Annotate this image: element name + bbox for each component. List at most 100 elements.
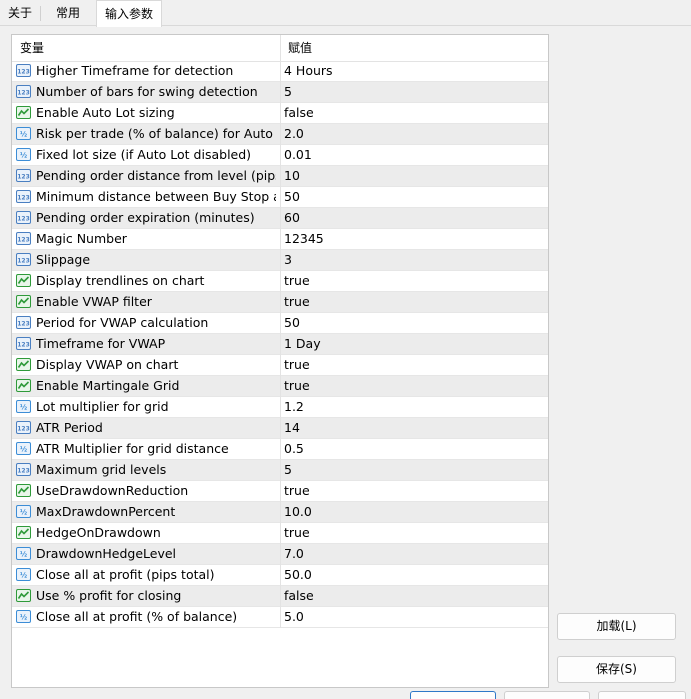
tab-input-parameters[interactable]: 输入参数 (96, 0, 163, 27)
svg-text:123: 123 (17, 237, 30, 244)
parameter-row[interactable]: ½ MaxDrawdownPercent 10.0 (12, 502, 548, 523)
parameter-value[interactable]: true (284, 355, 544, 375)
parameter-value[interactable]: 60 (284, 208, 544, 228)
parameter-row[interactable]: 123 Pending order expiration (minutes) 60 (12, 208, 548, 229)
parameter-row[interactable]: 123 Maximum grid levels 5 (12, 460, 548, 481)
parameter-value[interactable]: true (284, 292, 544, 312)
boolean-icon (16, 295, 31, 308)
integer-icon: 123 (16, 253, 31, 266)
parameter-list: 123 Higher Timeframe for detection 4 Hours… (12, 61, 548, 628)
parameter-name: Maximum grid levels (36, 462, 167, 477)
parameter-row[interactable]: ½ Risk per trade (% of balance) for Auto … (12, 124, 548, 145)
parameter-value[interactable]: true (284, 376, 544, 396)
parameter-value[interactable]: 1.2 (284, 397, 544, 417)
parameter-row[interactable]: ½ Close all at profit (% of balance) 5.0 (12, 607, 548, 628)
parameter-value[interactable]: 2.0 (284, 124, 544, 144)
integer-icon: 123 (16, 421, 31, 434)
svg-text:½: ½ (20, 614, 27, 622)
cell-divider (280, 208, 281, 229)
cell-divider (280, 439, 281, 460)
parameter-value[interactable]: 4 Hours (284, 61, 544, 81)
parameter-row[interactable]: 123 Higher Timeframe for detection 4 Hours (12, 61, 548, 82)
parameter-row[interactable]: ½ Close all at profit (pips total) 50.0 (12, 565, 548, 586)
parameter-value[interactable]: 50 (284, 187, 544, 207)
column-header-variable[interactable]: 变量 (12, 35, 280, 61)
cell-divider (280, 124, 281, 145)
parameter-row[interactable]: 123 Magic Number 12345 (12, 229, 548, 250)
parameter-row[interactable]: Display trendlines on chart true (12, 271, 548, 292)
parameter-value[interactable]: 10 (284, 166, 544, 186)
parameter-row[interactable]: 123 Slippage 3 (12, 250, 548, 271)
parameter-value[interactable]: true (284, 523, 544, 543)
integer-icon: 123 (16, 211, 31, 224)
parameter-value[interactable]: 5.0 (284, 607, 544, 627)
ok-button[interactable] (410, 691, 496, 699)
parameter-row[interactable]: HedgeOnDrawdown true (12, 523, 548, 544)
parameter-row[interactable]: 123 Minimum distance between Buy Stop a..… (12, 187, 548, 208)
parameter-name: Use % profit for closing (36, 588, 182, 603)
boolean-icon (16, 589, 31, 602)
parameter-value[interactable]: 5 (284, 460, 544, 480)
parameter-value[interactable]: 50 (284, 313, 544, 333)
column-header-value[interactable]: 赋值 (280, 35, 548, 61)
svg-text:123: 123 (17, 90, 30, 97)
parameter-row[interactable]: 123 Timeframe for VWAP 1 Day (12, 334, 548, 355)
parameter-name: Display trendlines on chart (36, 273, 205, 288)
parameter-row[interactable]: ½ Fixed lot size (if Auto Lot disabled) 0.… (12, 145, 548, 166)
parameter-value[interactable]: 14 (284, 418, 544, 438)
parameter-value[interactable]: 0.5 (284, 439, 544, 459)
parameter-row[interactable]: Enable Martingale Grid true (12, 376, 548, 397)
parameter-value[interactable]: 10.0 (284, 502, 544, 522)
tab-about[interactable]: 关于 (0, 2, 40, 25)
cell-divider (280, 502, 281, 523)
parameter-value[interactable]: 7.0 (284, 544, 544, 564)
cell-divider (280, 355, 281, 376)
parameter-row[interactable]: ½ ATR Multiplier for grid distance 0.5 (12, 439, 548, 460)
parameter-name: HedgeOnDrawdown (36, 525, 161, 540)
parameter-value[interactable]: 3 (284, 250, 544, 270)
parameter-name: Number of bars for swing detection (36, 84, 258, 99)
parameter-name: Enable VWAP filter (36, 294, 152, 309)
boolean-icon (16, 274, 31, 287)
parameter-value[interactable]: false (284, 103, 544, 123)
cell-divider (280, 418, 281, 439)
parameter-value[interactable]: 0.01 (284, 145, 544, 165)
cell-divider (280, 292, 281, 313)
svg-text:½: ½ (20, 446, 27, 454)
double-icon: ½ (16, 547, 31, 560)
double-icon: ½ (16, 148, 31, 161)
parameter-value[interactable]: false (284, 586, 544, 606)
tab-common[interactable]: 常用 (48, 2, 88, 25)
integer-icon: 123 (16, 316, 31, 329)
parameter-value[interactable]: 1 Day (284, 334, 544, 354)
parameter-value[interactable]: 5 (284, 82, 544, 102)
parameter-row[interactable]: Enable Auto Lot sizing false (12, 103, 548, 124)
parameter-row[interactable]: Use % profit for closing false (12, 586, 548, 607)
save-button[interactable]: 保存(S) (557, 656, 676, 683)
parameter-row[interactable]: ½ DrawdownHedgeLevel 7.0 (12, 544, 548, 565)
cancel-button[interactable] (504, 691, 590, 699)
parameter-row[interactable]: Display VWAP on chart true (12, 355, 548, 376)
parameter-value[interactable]: true (284, 271, 544, 291)
double-icon: ½ (16, 568, 31, 581)
parameter-row[interactable]: 123 Pending order distance from level (pi… (12, 166, 548, 187)
parameter-value[interactable]: 50.0 (284, 565, 544, 585)
boolean-icon (16, 106, 31, 119)
parameter-name: Pending order expiration (minutes) (36, 210, 255, 225)
parameter-row[interactable]: 123 Period for VWAP calculation 50 (12, 313, 548, 334)
parameter-value[interactable]: 12345 (284, 229, 544, 249)
parameter-row[interactable]: UseDrawdownReduction true (12, 481, 548, 502)
parameter-row[interactable]: 123 ATR Period 14 (12, 418, 548, 439)
parameter-value[interactable]: true (284, 481, 544, 501)
cell-divider (280, 565, 281, 586)
svg-text:123: 123 (17, 468, 30, 475)
parameter-name: Period for VWAP calculation (36, 315, 209, 330)
parameter-row[interactable]: Enable VWAP filter true (12, 292, 548, 313)
reset-button[interactable] (598, 691, 686, 699)
parameter-row[interactable]: ½ Lot multiplier for grid 1.2 (12, 397, 548, 418)
tab-bar: 关于 常用 输入参数 (0, 0, 691, 27)
integer-icon: 123 (16, 190, 31, 203)
parameter-row[interactable]: 123 Number of bars for swing detection 5 (12, 82, 548, 103)
load-button[interactable]: 加载(L) (557, 613, 676, 640)
parameter-name: Enable Auto Lot sizing (36, 105, 175, 120)
